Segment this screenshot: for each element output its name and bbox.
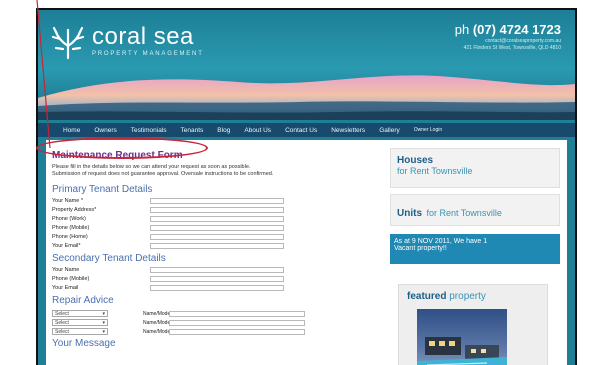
screenshot-stage: coral sea PROPERTY MANAGEMENT ph (07) 47…: [0, 0, 591, 365]
annotation-pointer-line: [36, 0, 51, 149]
